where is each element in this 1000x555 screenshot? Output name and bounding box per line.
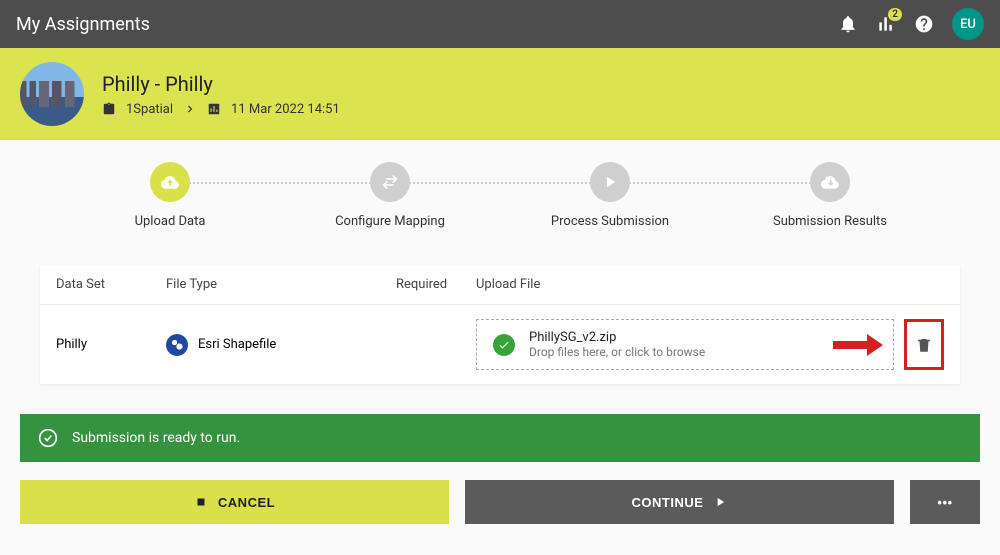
chevron-right-icon (183, 102, 197, 116)
footer-actions: CANCEL CONTINUE ••• (20, 480, 980, 524)
swap-icon (370, 162, 410, 202)
table-row: Philly Esri Shapefile PhillySG_v2.zip Dr… (40, 305, 960, 384)
assignment-thumbnail (20, 62, 84, 126)
step-upload[interactable]: Upload Data (100, 162, 240, 229)
step-configure[interactable]: Configure Mapping (320, 162, 460, 229)
user-avatar[interactable]: EU (952, 8, 984, 40)
stepper: Upload Data Configure Mapping Process Su… (100, 162, 900, 229)
step-process[interactable]: Process Submission (540, 162, 680, 229)
chart-small-icon (207, 102, 221, 116)
topbar: My Assignments 2 EU (0, 0, 1000, 48)
globe-icon (166, 334, 188, 356)
breadcrumb-timestamp: 11 Mar 2022 14:51 (231, 102, 340, 117)
step-label: Submission Results (773, 214, 887, 229)
delete-upload-button[interactable] (904, 319, 944, 370)
status-banner: Submission is ready to run. (20, 414, 980, 462)
step-label: Process Submission (551, 214, 669, 229)
step-results[interactable]: Submission Results (760, 162, 900, 229)
topbar-actions: 2 EU (838, 8, 984, 40)
status-text: Submission is ready to run. (72, 430, 240, 446)
dropzone-hint: Drop files here, or click to browse (529, 345, 705, 359)
col-upload: Upload File (476, 277, 944, 292)
stepper-container: Upload Data Configure Mapping Process Su… (0, 140, 1000, 384)
app-title: My Assignments (16, 14, 150, 35)
check-circle-icon (38, 428, 58, 448)
upload-table: Data Set File Type Required Upload File … (40, 265, 960, 384)
continue-button[interactable]: CONTINUE (465, 480, 894, 524)
play-icon (590, 162, 630, 202)
check-icon (493, 334, 515, 356)
help-icon[interactable] (914, 14, 934, 34)
step-label: Configure Mapping (335, 214, 445, 229)
cell-upload: PhillySG_v2.zip Drop files here, or clic… (476, 319, 944, 370)
cell-dataset: Philly (56, 337, 166, 352)
uploaded-filename: PhillySG_v2.zip (529, 330, 705, 345)
chart-icon[interactable]: 2 (876, 14, 896, 34)
more-label: ••• (937, 495, 952, 510)
filetype-label: Esri Shapefile (198, 337, 276, 352)
stepper-line (170, 182, 830, 184)
col-filetype: File Type (166, 277, 396, 292)
chart-badge: 2 (888, 8, 902, 21)
dropzone[interactable]: PhillySG_v2.zip Drop files here, or clic… (476, 319, 894, 370)
cloud-download-icon (810, 162, 850, 202)
bell-icon[interactable] (838, 14, 858, 34)
play-solid-icon (713, 495, 727, 509)
breadcrumb: 1Spatial 11 Mar 2022 14:51 (102, 102, 340, 117)
continue-label: CONTINUE (632, 495, 704, 510)
stop-icon (194, 495, 208, 509)
col-dataset: Data Set (56, 277, 166, 292)
table-header: Data Set File Type Required Upload File (40, 265, 960, 305)
cloud-upload-icon (150, 162, 190, 202)
breadcrumb-org[interactable]: 1Spatial (126, 102, 173, 117)
cancel-label: CANCEL (218, 495, 275, 510)
step-label: Upload Data (135, 214, 206, 229)
page-title: Philly - Philly (102, 72, 340, 96)
cell-filetype: Esri Shapefile (166, 334, 396, 356)
trash-icon (915, 336, 933, 354)
cancel-button[interactable]: CANCEL (20, 480, 449, 524)
annotation-arrow (833, 334, 883, 356)
clipboard-icon (102, 102, 116, 116)
page-header: Philly - Philly 1Spatial 11 Mar 2022 14:… (0, 48, 1000, 140)
col-required: Required (396, 277, 476, 292)
more-button[interactable]: ••• (910, 480, 980, 524)
